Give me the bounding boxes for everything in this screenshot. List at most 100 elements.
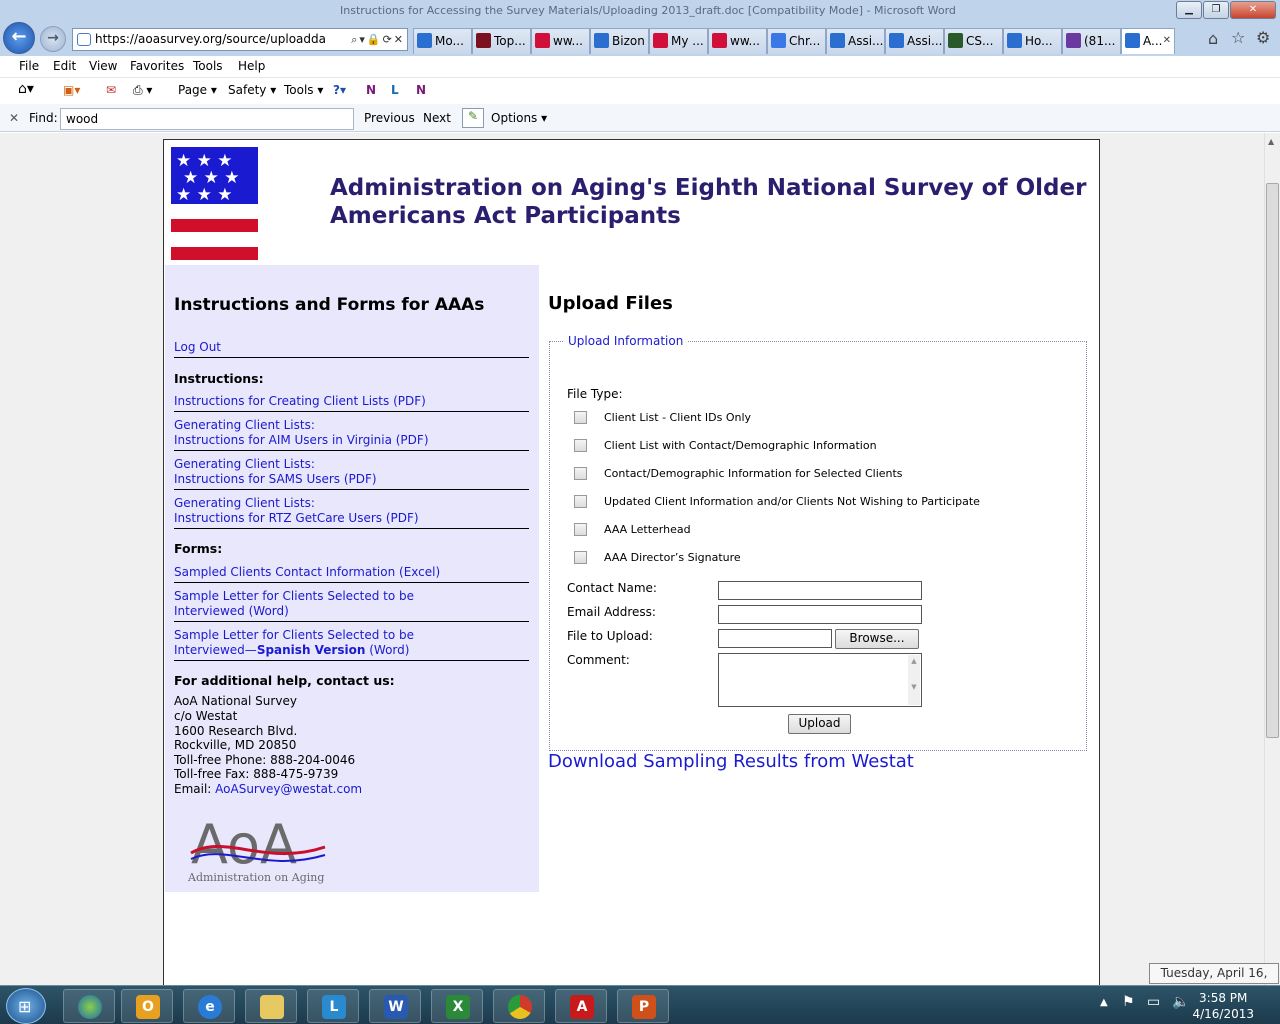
taskbar-app-outlook[interactable]: O: [121, 989, 173, 1023]
browser-tab[interactable]: My ...: [649, 28, 708, 54]
taskbar-app-acrobat[interactable]: A: [555, 989, 607, 1023]
browser-tab[interactable]: Chr...: [767, 28, 826, 54]
minimize-button[interactable]: ▁: [1176, 1, 1202, 19]
print-icon[interactable]: ⎙ ▾: [133, 83, 152, 98]
network-icon[interactable]: ▭: [1147, 994, 1160, 1010]
svg-text:★ ★ ★: ★ ★ ★: [176, 185, 233, 205]
taskbar-clock[interactable]: 3:58 PM 4/16/2013: [1192, 990, 1254, 1022]
browser-tab[interactable]: Ho...: [1003, 28, 1062, 54]
file-type-checkbox[interactable]: [574, 467, 587, 480]
tab-label: Bizon: [612, 34, 645, 48]
close-tab-icon[interactable]: ✕: [1163, 29, 1171, 53]
tools-menu[interactable]: Tools ▾: [284, 83, 323, 97]
instructions-link-sams-users[interactable]: Generating Client Lists: Instructions for…: [174, 457, 529, 490]
contact-care-of: c/o Westat: [174, 709, 238, 723]
back-button[interactable]: ←: [3, 22, 35, 54]
browser-tab[interactable]: Top...: [472, 28, 531, 54]
page-scrollbar[interactable]: ▲ ▼: [1264, 133, 1280, 985]
excel-icon: X: [446, 995, 470, 1019]
taskbar-app-excel[interactable]: X: [431, 989, 483, 1023]
address-bar[interactable]: https://aoasurvey.org/source/uploadda ⌕▾…: [72, 28, 408, 51]
menu-file[interactable]: File: [19, 59, 39, 73]
action-center-flag-icon[interactable]: ⚑: [1122, 994, 1135, 1010]
scroll-up-icon[interactable]: ▲: [1268, 137, 1274, 146]
email-address-input[interactable]: [718, 605, 922, 624]
tab-label: Ho...: [1025, 34, 1053, 48]
link-text: Generating Client Lists:: [174, 496, 315, 510]
download-results-link[interactable]: Download Sampling Results from Westat: [548, 751, 914, 772]
home-icon[interactable]: ⌂: [1208, 29, 1218, 48]
taskbar-app-powerpoint[interactable]: P: [617, 989, 669, 1023]
read-mail-icon[interactable]: ✉: [106, 83, 116, 97]
highlight-matches-icon[interactable]: ✎: [462, 108, 484, 128]
find-previous-button[interactable]: Previous: [364, 111, 415, 125]
logout-link[interactable]: Log Out: [174, 340, 529, 358]
file-type-checkbox[interactable]: [574, 439, 587, 452]
taskbar-app-ie[interactable]: e: [183, 989, 235, 1023]
email-link[interactable]: AoASurvey@westat.com: [215, 782, 362, 796]
start-button[interactable]: ⊞: [6, 988, 46, 1024]
menu-edit[interactable]: Edit: [53, 59, 76, 73]
browser-tab[interactable]: ww...: [708, 28, 767, 54]
lync-icon[interactable]: L: [391, 83, 399, 97]
taskbar-app-explorer[interactable]: [245, 989, 297, 1023]
file-path-input[interactable]: [718, 629, 832, 648]
comment-textarea[interactable]: ▲ ▼: [718, 653, 922, 707]
instructions-link-rtz-getcare-users[interactable]: Generating Client Lists: Instructions for…: [174, 496, 529, 529]
browser-tab[interactable]: Bizon: [590, 28, 649, 54]
forward-arrow-icon: →: [47, 30, 59, 46]
menu-favorites[interactable]: Favorites: [130, 59, 184, 73]
onenote-icon[interactable]: N: [366, 83, 376, 97]
find-next-button[interactable]: Next: [423, 111, 451, 125]
taskbar-app-chrome[interactable]: [493, 989, 545, 1023]
close-find-icon[interactable]: ✕: [9, 111, 19, 125]
form-link-sampled-clients[interactable]: Sampled Clients Contact Information (Exc…: [174, 565, 529, 583]
safety-menu[interactable]: Safety ▾: [228, 83, 276, 97]
instructions-link-creating-client-lists[interactable]: Instructions for Creating Client Lists (…: [174, 394, 529, 412]
tray-expand-icon[interactable]: ▲: [1100, 997, 1108, 1008]
onenote-link-icon[interactable]: N: [416, 83, 426, 97]
settings-gear-icon[interactable]: ⚙: [1256, 28, 1270, 47]
taskbar-app-orb[interactable]: [63, 989, 115, 1023]
browser-tab[interactable]: Assi...: [885, 28, 944, 54]
google-icon: [771, 33, 786, 48]
feeds-icon[interactable]: ▣▾: [63, 83, 80, 97]
browser-tab[interactable]: Assi...: [826, 28, 885, 54]
browser-tab[interactable]: Mo...: [413, 28, 472, 54]
find-options-button[interactable]: Options ▾: [491, 111, 547, 125]
menu-help[interactable]: Help: [238, 59, 265, 73]
upload-button[interactable]: Upload: [788, 714, 851, 734]
file-type-checkbox[interactable]: [574, 411, 587, 424]
browser-tab[interactable]: ww...: [531, 28, 590, 54]
file-type-checkbox[interactable]: [574, 523, 587, 536]
link-text: (Word): [365, 643, 410, 657]
instructions-label: Instructions:: [174, 371, 264, 386]
find-input[interactable]: wood: [60, 108, 354, 130]
browser-tab[interactable]: CS...: [944, 28, 1003, 54]
scrollbar-thumb[interactable]: [1266, 183, 1279, 738]
browser-tab[interactable]: (81...: [1062, 28, 1121, 54]
taskbar-app-lync[interactable]: L: [307, 989, 359, 1023]
page-menu[interactable]: Page ▾: [178, 83, 217, 97]
help-icon[interactable]: ?▾: [333, 83, 346, 97]
file-type-checkbox[interactable]: [574, 551, 587, 564]
close-window-button[interactable]: ✕: [1230, 1, 1276, 19]
browser-tab[interactable]: A... ✕: [1121, 28, 1175, 54]
favorites-star-icon[interactable]: ☆: [1231, 28, 1245, 47]
menu-view[interactable]: View: [89, 59, 117, 73]
maximize-button[interactable]: ❐: [1203, 1, 1229, 19]
file-type-checkbox[interactable]: [574, 495, 587, 508]
forward-button[interactable]: →: [40, 26, 66, 52]
comment-scrollbar[interactable]: ▲ ▼: [908, 655, 920, 705]
menu-tools[interactable]: Tools: [193, 59, 223, 73]
instructions-link-aim-users[interactable]: Generating Client Lists: Instructions for…: [174, 418, 529, 451]
browse-button[interactable]: Browse...: [835, 629, 919, 649]
clock-date: 4/16/2013: [1192, 1007, 1254, 1021]
address-bar-icons[interactable]: ⌕▾🔒⟳✕: [351, 29, 405, 50]
volume-icon[interactable]: 🔈: [1172, 994, 1189, 1010]
home-icon[interactable]: ⌂▾: [18, 81, 34, 97]
taskbar-app-word[interactable]: W: [369, 989, 421, 1023]
form-link-sample-letter[interactable]: Sample Letter for Clients Selected to be…: [174, 589, 529, 622]
form-link-sample-letter-spanish[interactable]: Sample Letter for Clients Selected to be…: [174, 628, 529, 661]
contact-name-input[interactable]: [718, 581, 922, 600]
